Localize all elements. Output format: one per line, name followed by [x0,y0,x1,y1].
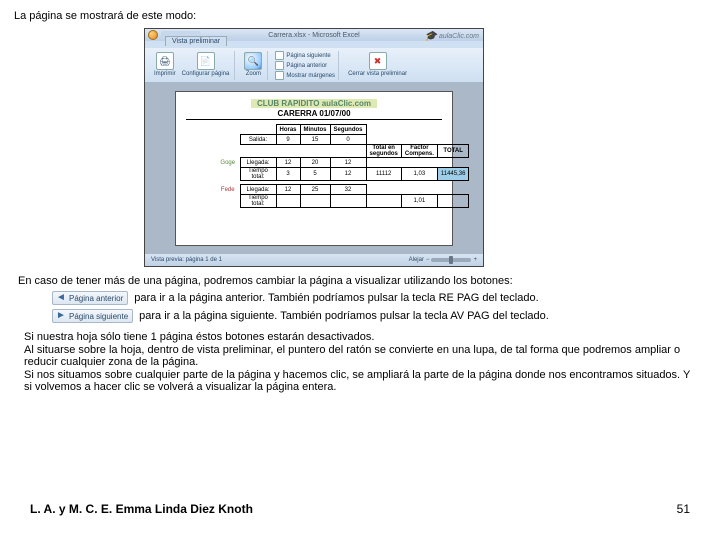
note-1: Si nuestra hoja sólo tiene 1 página ésto… [24,331,696,343]
prev-page-ribbon-button: ◄ Página anterior [52,291,128,305]
intro-text: La página se mostrará de este modo: [14,10,706,22]
next-page-button: Página siguiente [275,51,335,60]
printer-icon: 🖨 [156,52,174,70]
next-page-text: para ir a la página siguiente. También p… [139,310,549,322]
page-next-icon [275,51,284,60]
page-number: 51 [677,502,690,516]
page-setup-button: 📄Configurar página [180,51,232,78]
note-3: Si nos situamos sobre cualquier parte de… [24,369,696,393]
ribbon-group-nav: Página siguiente Página anterior Mostrar… [272,51,339,80]
ribbon-group-print: 🖨Imprimir 📄Configurar página [149,51,235,80]
club-title: CLUB RAPIDITO aulaClic.com [186,98,442,109]
page-prev-icon [275,61,284,70]
data-table: Horas Minutos Segundos Salida: 9 15 0 To… [216,124,469,208]
preview-canvas: CLUB RAPIDITO aulaClic.com CARERRA 01/07… [145,83,483,254]
checkbox-icon [275,71,284,80]
excel-preview-screenshot: Carrera.xlsx - Microsoft Excel 🎓 aulaCli… [144,28,484,267]
status-bar: Vista previa: página 1 de 1 Alejar −+ [145,254,483,266]
zoom-control: Alejar −+ [409,257,477,263]
window-title: Carrera.xlsx - Microsoft Excel [268,32,359,39]
print-button: 🖨Imprimir [152,51,178,78]
prev-page-button: Página anterior [275,61,335,70]
show-margins-check: Mostrar márgenes [275,71,335,80]
author-credit: L. A. y M. C. E. Emma Linda Diez Knoth [30,502,253,516]
arrow-right-icon: ► [55,311,67,321]
prev-page-line: ◄ Página anterior para ir a la página an… [52,291,702,305]
zoom-button: 🔍Zoom [242,51,264,78]
watermark-logo: 🎓 aulaClic.com [424,31,479,42]
notes-block: Si nuestra hoja sólo tiene 1 página ésto… [24,331,696,393]
page-footer: L. A. y M. C. E. Emma Linda Diez Knoth 5… [0,502,720,516]
magnifier-icon: 🔍 [244,52,262,70]
close-icon: ✖ [369,52,387,70]
preview-page: CLUB RAPIDITO aulaClic.com CARERRA 01/07… [175,91,453,246]
next-page-ribbon-button: ► Página siguiente [52,309,133,323]
nav-intro: En caso de tener más de una página, podr… [18,275,702,287]
status-page-info: Vista previa: página 1 de 1 [151,257,222,263]
close-preview-button: ✖Cerrar vista preliminar [346,51,409,78]
zoom-slider [431,258,471,262]
note-2: Al situarse sobre la hoja, dentro de vis… [24,344,696,368]
ribbon: 🖨Imprimir 📄Configurar página 🔍Zoom Págin… [145,48,483,83]
ribbon-group-close: ✖Cerrar vista preliminar [343,51,412,80]
next-page-line: ► Página siguiente para ir a la página s… [52,309,702,323]
arrow-left-icon: ◄ [55,293,67,303]
graduation-cap-icon: 🎓 [424,31,436,42]
office-button-icon [148,30,158,40]
page-setup-icon: 📄 [197,52,215,70]
prev-page-text: para ir a la página anterior. También po… [134,292,538,304]
tab-print-preview: Vista preliminar [165,36,227,46]
ribbon-group-zoom: 🔍Zoom [239,51,268,80]
race-title: CARERRA 01/07/00 [186,109,442,120]
